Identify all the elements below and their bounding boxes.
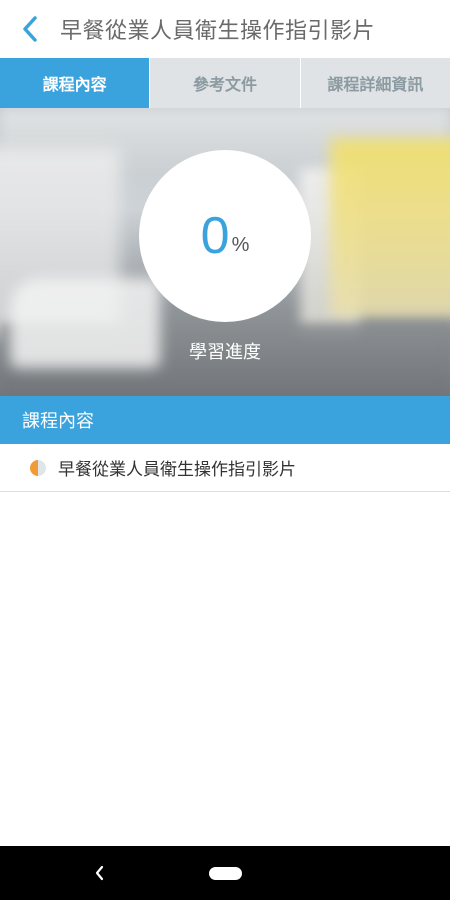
page-title: 早餐從業人員衛生操作指引影片 [60, 19, 376, 44]
progress-unit: % [231, 233, 250, 256]
section-header: 課程內容 [0, 396, 450, 444]
tab-bar: 課程內容 參考文件 課程詳細資訊 [0, 58, 450, 108]
chevron-left-icon [23, 16, 37, 42]
app-header: 早餐從業人員衛生操作指引影片 [0, 0, 450, 58]
progress-ring-inner: 0 % [160, 171, 290, 301]
tab-course-content[interactable]: 課程內容 [0, 58, 151, 108]
background-yellow-wall [330, 138, 450, 318]
nav-home-icon[interactable] [209, 867, 242, 880]
progress-label: 學習進度 [189, 342, 261, 363]
back-button[interactable] [0, 0, 60, 58]
half-progress-icon [30, 459, 46, 476]
progress-ring: 0 % [139, 150, 311, 322]
system-navigation-bar [0, 846, 450, 900]
nav-back-icon[interactable] [88, 858, 112, 888]
tab-reference-documents[interactable]: 參考文件 [150, 58, 301, 108]
list-item[interactable]: 早餐從業人員衛生操作指引影片 [0, 444, 450, 492]
progress-value: 0 [200, 207, 230, 265]
tab-course-details[interactable]: 課程詳細資訊 [301, 58, 450, 108]
course-item-name: 早餐從業人員衛生操作指引影片 [58, 460, 296, 480]
